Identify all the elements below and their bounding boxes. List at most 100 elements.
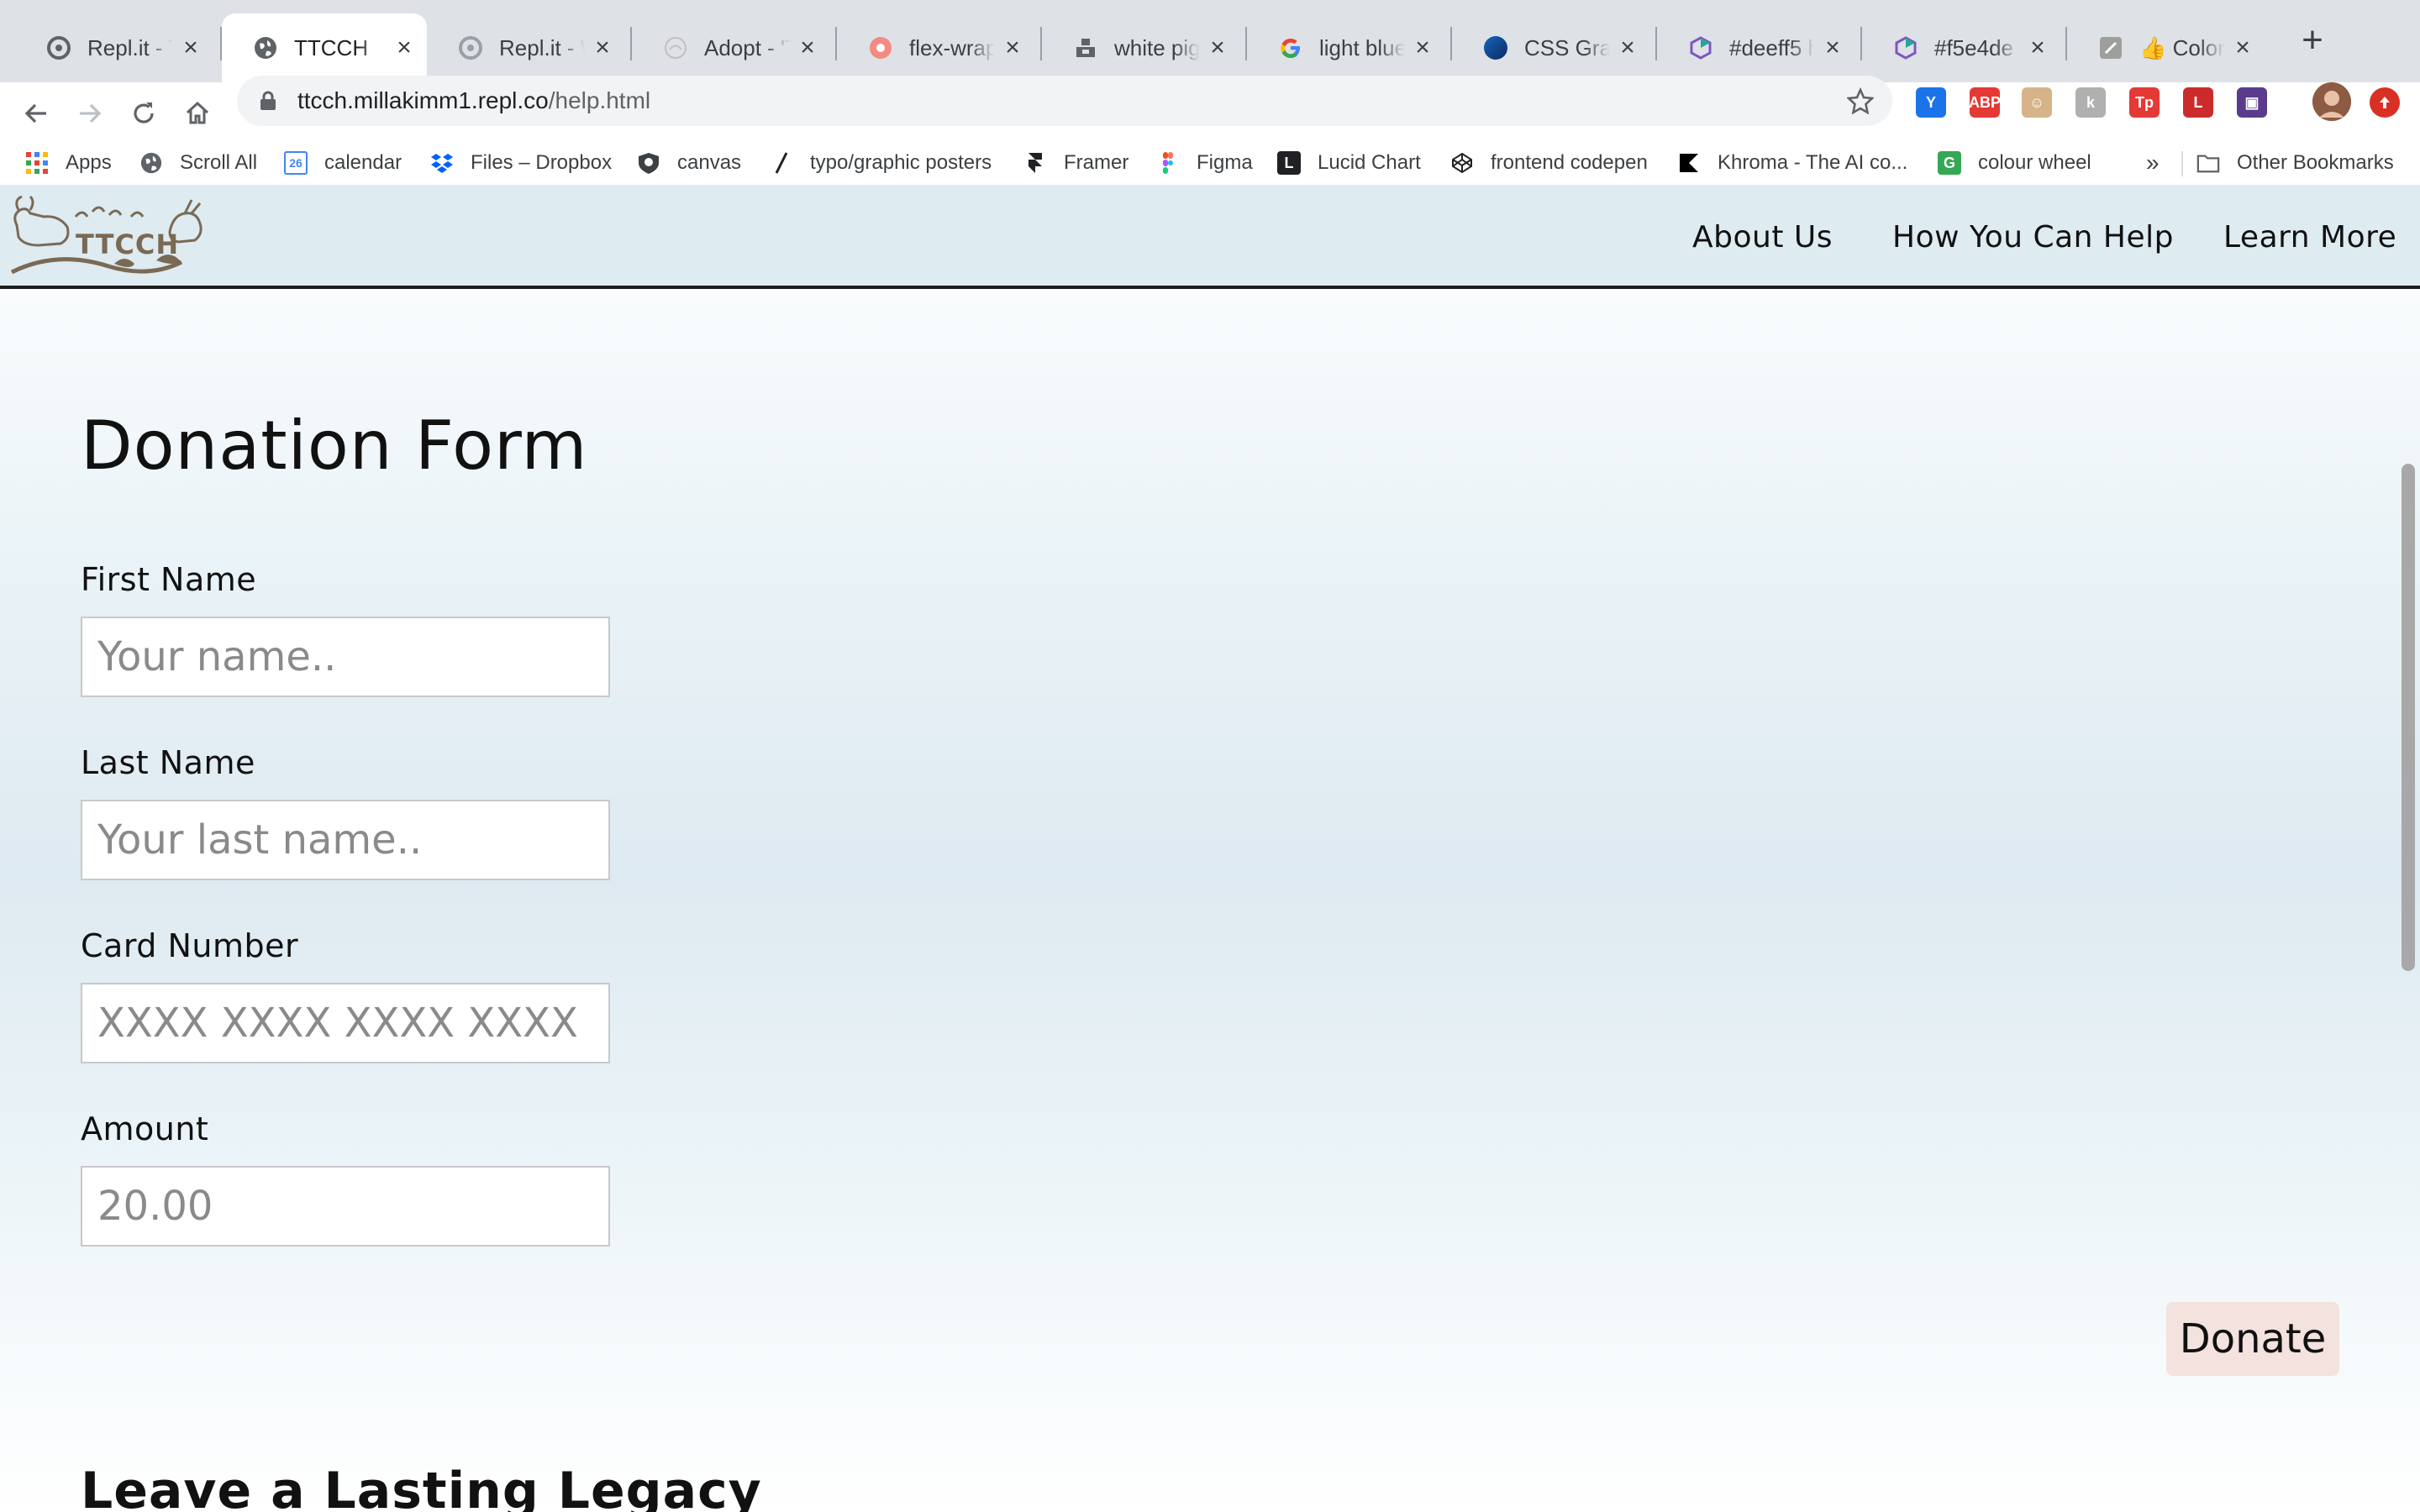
- amount-label: Amount: [81, 1110, 209, 1147]
- tab-replit-ttcch[interactable]: Repl.it - TTCCH ×: [15, 13, 213, 82]
- card-number-label: Card Number: [81, 927, 299, 964]
- last-name-input[interactable]: [81, 800, 610, 880]
- first-name-input[interactable]: [81, 617, 610, 697]
- close-tab-icon[interactable]: ×: [1820, 34, 1845, 61]
- bookmark-typo-posters[interactable]: typo/graphic posters: [770, 141, 992, 185]
- tp-extension-icon[interactable]: Tp: [2129, 87, 2160, 118]
- logo-text: TTCCH: [76, 228, 180, 260]
- tab-white-piglet[interactable]: white piglet ×: [1042, 13, 1240, 82]
- bookmark-label: canvas: [677, 151, 742, 174]
- dropbox-icon: [430, 151, 454, 175]
- bookmark-colour-wheel[interactable]: G colour wheel: [1938, 141, 2091, 185]
- card-number-input[interactable]: [81, 983, 610, 1063]
- new-tab-button[interactable]: +: [2296, 19, 2329, 60]
- lock-icon: [260, 91, 276, 110]
- color-hex-icon: [1687, 34, 1714, 61]
- tab-title: white piglet: [1114, 34, 1200, 60]
- close-tab-icon[interactable]: ×: [590, 34, 615, 61]
- close-tab-icon[interactable]: ×: [2025, 34, 2050, 61]
- bookmark-calendar[interactable]: 26 calendar: [284, 141, 402, 185]
- tab-title: #deeff5 hex: [1729, 34, 1815, 60]
- bookmark-apps[interactable]: Apps: [25, 141, 112, 185]
- bookmark-label: colour wheel: [1978, 151, 2091, 174]
- first-name-label: First Name: [81, 561, 257, 598]
- home-button[interactable]: [176, 92, 218, 134]
- nav-how-you-can-help[interactable]: How You Can Help: [1892, 185, 2174, 289]
- bookmark-label: Framer: [1064, 151, 1129, 174]
- honey-extension-icon[interactable]: ☺: [2022, 87, 2052, 118]
- cart-extension-icon[interactable]: ▣: [2237, 87, 2267, 118]
- bookmark-framer[interactable]: Framer: [1023, 141, 1128, 185]
- tab-ttcch[interactable]: TTCCH ×: [222, 13, 427, 82]
- tab-title: CSS Gradient: [1524, 34, 1610, 60]
- globe-icon: [252, 34, 279, 61]
- page-scrollbar-thumb[interactable]: [2402, 464, 2415, 971]
- forward-button[interactable]: [69, 92, 111, 134]
- last-name-label: Last Name: [81, 744, 255, 781]
- nav-learn-more[interactable]: Learn More: [2223, 185, 2396, 289]
- more-bookmarks-button[interactable]: »: [2146, 141, 2160, 185]
- amount-input[interactable]: [81, 1166, 610, 1247]
- tab-title: light blue h: [1319, 34, 1405, 60]
- lastpass-extension-icon[interactable]: L: [2183, 87, 2213, 118]
- bookmark-scroll-all[interactable]: Scroll All: [139, 141, 257, 185]
- bookmark-figma[interactable]: Figma: [1156, 141, 1253, 185]
- home-icon: [186, 101, 209, 124]
- bookmark-label: Figma: [1197, 151, 1253, 174]
- tab-flex-wrap[interactable]: flex-wrap | ×: [837, 13, 1035, 82]
- bookmark-lucid-chart[interactable]: L Lucid Chart: [1277, 141, 1421, 185]
- tab-color-picker[interactable]: 👍 Color P ×: [2067, 13, 2265, 82]
- page-content: TTCCH About Us How You Can Help Learn Mo…: [0, 185, 2420, 1512]
- k-extension-icon[interactable]: k: [2075, 87, 2106, 118]
- tab-replit-web[interactable]: Repl.it - Web ×: [427, 13, 625, 82]
- close-tab-icon[interactable]: ×: [178, 34, 203, 61]
- tab-title: 👍 Color P: [2139, 34, 2225, 60]
- bookmark-label: Files – Dropbox: [471, 151, 613, 174]
- donate-button[interactable]: Donate: [2166, 1302, 2339, 1376]
- tab-adopt[interactable]: Adopt - 'Ti ×: [632, 13, 830, 82]
- close-tab-icon[interactable]: ×: [1615, 34, 1640, 61]
- unsplash-icon: [1072, 34, 1099, 61]
- google-icon: [1277, 34, 1304, 61]
- css-gradient-icon: [1482, 34, 1509, 61]
- site-logo[interactable]: TTCCH: [5, 192, 210, 282]
- reload-button[interactable]: [123, 92, 165, 134]
- tab-title: #f5e4de hex: [1934, 34, 2020, 60]
- url-host: ttcch.millakimm1.repl.co: [297, 87, 549, 113]
- chrome-update-icon[interactable]: [2370, 87, 2400, 118]
- close-tab-icon[interactable]: ×: [392, 34, 417, 61]
- tab-css-gradient[interactable]: CSS Gradient ×: [1452, 13, 1650, 82]
- bookmark-codepen[interactable]: frontend codepen: [1450, 141, 1648, 185]
- adblock-plus-icon[interactable]: ABP: [1969, 87, 2001, 118]
- close-tab-icon[interactable]: ×: [2230, 34, 2255, 61]
- bookmark-label: Scroll All: [180, 151, 258, 174]
- profile-avatar[interactable]: [2312, 82, 2351, 121]
- bookmark-other-bookmarks[interactable]: Other Bookmarks: [2196, 141, 2394, 185]
- address-bar[interactable]: ttcch.millakimm1.repl.co/help.html: [237, 76, 1892, 126]
- folder-icon: [2196, 151, 2220, 175]
- tab-deeff5-hex[interactable]: #deeff5 hex ×: [1657, 13, 1855, 82]
- framer-icon: [1023, 151, 1047, 175]
- tab-f5e4de-hex[interactable]: #f5e4de hex ×: [1862, 13, 2060, 82]
- bookmark-canvas[interactable]: canvas: [637, 141, 741, 185]
- bookmark-star-icon[interactable]: [1847, 87, 1874, 114]
- bookmark-khroma[interactable]: Khroma - The AI co...: [1677, 141, 1907, 185]
- tab-title: Adopt - 'Ti: [704, 34, 790, 60]
- close-tab-icon[interactable]: ×: [1205, 34, 1230, 61]
- legacy-section-title: Leave a Lasting Legacy: [81, 1462, 762, 1512]
- back-button[interactable]: [15, 92, 57, 134]
- tab-strip: Repl.it - TTCCH × TTCCH × Repl.it - Web …: [0, 0, 2420, 82]
- nav-about-us[interactable]: About Us: [1692, 185, 1833, 289]
- tab-title: flex-wrap |: [909, 34, 995, 60]
- replit-icon: [457, 34, 484, 61]
- yoast-extension-icon[interactable]: Y: [1916, 87, 1946, 118]
- bookmark-label: frontend codepen: [1491, 151, 1648, 174]
- close-tab-icon[interactable]: ×: [1000, 34, 1025, 61]
- tab-light-blue[interactable]: light blue h ×: [1247, 13, 1445, 82]
- figma-icon: [1156, 151, 1180, 175]
- close-tab-icon[interactable]: ×: [1410, 34, 1435, 61]
- close-tab-icon[interactable]: ×: [795, 34, 820, 61]
- tab-title: Repl.it - Web: [499, 34, 585, 60]
- donation-form-title: Donation Form: [81, 407, 588, 485]
- bookmark-dropbox[interactable]: Files – Dropbox: [430, 141, 612, 185]
